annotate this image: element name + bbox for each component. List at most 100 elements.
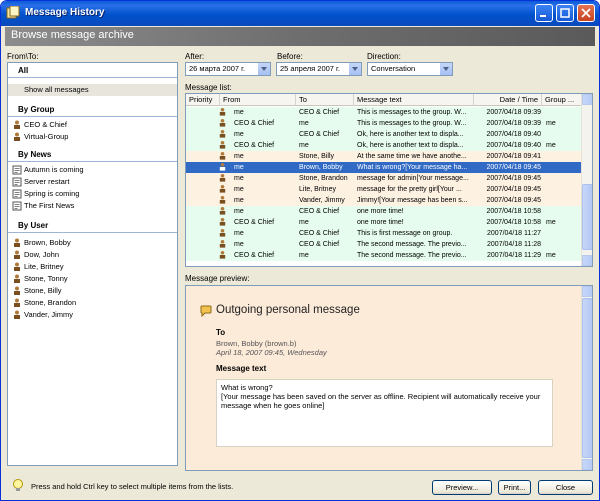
scroll-down-button[interactable] — [582, 459, 592, 470]
row-group — [546, 239, 580, 250]
group-item[interactable]: Virtual-Group — [8, 131, 177, 143]
maximize-button[interactable] — [556, 4, 574, 22]
news-item[interactable]: Autumn is coming — [8, 164, 177, 176]
user-icon — [14, 298, 20, 307]
scroll-thumb[interactable] — [582, 298, 592, 458]
col-group[interactable]: Group ... — [542, 94, 582, 106]
row-to: me — [299, 120, 309, 127]
scroll-down-button[interactable] — [582, 255, 592, 266]
message-text-line1: What is wrong? — [221, 383, 273, 392]
before-date-picker[interactable]: 25 апреля 2007 г. — [276, 62, 362, 76]
user-icon — [14, 310, 20, 319]
row-date: 2007/04/18 09:45 — [486, 175, 542, 182]
table-row[interactable]: CEO & Chief me one more time! 2007/04/18 10… — [186, 217, 582, 228]
title-bar[interactable]: Message History — [1, 1, 599, 26]
news-item[interactable]: Spring is coming — [8, 188, 177, 200]
table-row[interactable]: CEO & Chief me This is messages to the gro… — [186, 118, 582, 129]
col-date-time[interactable]: Date / Time — [474, 94, 542, 106]
col-to[interactable]: To — [296, 94, 354, 106]
chevron-down-icon[interactable] — [257, 63, 270, 75]
print-button[interactable]: Print... — [498, 480, 531, 495]
preview-button[interactable]: Preview... — [432, 480, 492, 495]
close-button[interactable]: Close — [538, 480, 593, 495]
table-row[interactable]: me CEO & Chief one more time! 2007/04/18 10… — [186, 206, 582, 217]
col-message-text[interactable]: Message text — [354, 94, 474, 106]
news-icon — [12, 201, 22, 211]
user-item[interactable]: Stone, Tonny — [8, 273, 177, 285]
table-row[interactable]: me CEO & Chief The second message. The pre… — [186, 239, 582, 250]
chevron-down-icon[interactable] — [439, 63, 452, 75]
message-text-box[interactable]: What is wrong? [Your message has been sa… — [216, 379, 553, 447]
direction-value: Conversation — [371, 64, 416, 73]
col-from[interactable]: From — [220, 94, 296, 106]
news-item[interactable]: Server restart — [8, 176, 177, 188]
row-to: me — [299, 219, 309, 226]
scroll-up-button[interactable] — [582, 94, 592, 105]
to-label: To — [216, 328, 226, 337]
group-item[interactable]: CEO & Chief — [8, 119, 177, 131]
before-label: Before: — [277, 52, 303, 61]
close-window-button[interactable] — [577, 4, 595, 22]
user-icon — [218, 217, 228, 228]
user-item[interactable]: Lite, Britney — [8, 261, 177, 273]
row-date: 2007/04/18 09:39 — [486, 120, 542, 127]
table-row[interactable]: me Stone, Billy At the same time we have a… — [186, 151, 582, 162]
row-text: Ok, here is another text to displa... — [357, 131, 464, 138]
message-list[interactable]: Priority From To Message text Date / Tim… — [185, 93, 593, 267]
row-date: 2007/04/18 11:27 — [487, 230, 541, 237]
row-to: CEO & Chief — [299, 109, 340, 116]
row-to: Stone, Brandon — [299, 175, 348, 182]
user-item[interactable]: Brown, Bobby — [8, 237, 177, 249]
user-item[interactable]: Stone, Billy — [8, 285, 177, 297]
message-text-line2: [Your message has been saved on the serv… — [221, 392, 541, 410]
user-item[interactable]: Stone, Brandon — [8, 297, 177, 309]
user-item[interactable]: Dow, John — [8, 249, 177, 261]
table-row[interactable]: CEO & Chief me The second message. The pre… — [186, 250, 582, 261]
scroll-up-button[interactable] — [582, 286, 592, 297]
table-row[interactable]: CEO & Chief me Ok, here is another text to… — [186, 140, 582, 151]
table-row[interactable]: me CEO & Chief This is first message on gr… — [186, 228, 582, 239]
list-scrollbar[interactable] — [581, 94, 592, 266]
table-row[interactable]: me Brown, Bobby What is wrong?[Your messag… — [186, 162, 582, 173]
row-from: me — [234, 109, 244, 116]
row-group — [546, 107, 580, 118]
by-user-header: By User — [8, 218, 177, 233]
direction-select[interactable]: Conversation — [367, 62, 453, 76]
user-icon — [218, 140, 228, 151]
table-row[interactable]: me Lite, Britney message for the pretty gi… — [186, 184, 582, 195]
row-text: This is messages to the group. W... — [357, 120, 467, 127]
row-from: me — [234, 241, 244, 248]
table-row[interactable]: me Stone, Brandon message for admin[Your m… — [186, 173, 582, 184]
date-value: April 18, 2007 09:45, Wednesday — [216, 348, 327, 357]
row-text: The second message. The previo... — [357, 241, 467, 248]
table-row[interactable]: me CEO & Chief This is messages to the gro… — [186, 107, 582, 118]
row-to: CEO & Chief — [299, 230, 340, 237]
row-group — [546, 173, 580, 184]
by-group-header: By Group — [8, 102, 177, 117]
after-date-picker[interactable]: 26 марта 2007 г. — [185, 62, 271, 76]
preview-title: Outgoing personal message — [216, 304, 360, 316]
news-icon — [12, 189, 22, 199]
row-text: At the same time we have anothe... — [357, 153, 467, 160]
show-all-item[interactable]: Show all messages — [8, 84, 177, 96]
scroll-thumb[interactable] — [582, 184, 592, 250]
row-text: one more time! — [357, 208, 404, 215]
user-icon — [218, 118, 228, 129]
speech-bubble-icon — [200, 305, 212, 317]
table-row[interactable]: me CEO & Chief Ok, here is another text to… — [186, 129, 582, 140]
row-group — [546, 195, 580, 206]
table-row[interactable]: me Vander, Jimmy Jimmy![Your message has b… — [186, 195, 582, 206]
from-to-label: From\To: — [7, 52, 39, 61]
from-to-list[interactable]: All Show all messages By Group CEO & Chi… — [7, 62, 178, 466]
row-group — [546, 206, 580, 217]
row-to: Vander, Jimmy — [299, 197, 345, 204]
col-priority[interactable]: Priority — [186, 94, 220, 106]
hint-text: Press and hold Ctrl key to select multip… — [31, 482, 234, 491]
to-value: Brown, Bobby (brown.b) — [216, 339, 297, 348]
news-icon — [12, 177, 22, 187]
chevron-down-icon[interactable] — [348, 63, 361, 75]
news-item[interactable]: The First News — [8, 200, 177, 212]
minimize-button[interactable] — [535, 4, 553, 22]
user-item[interactable]: Vander, Jimmy — [8, 309, 177, 321]
preview-scrollbar[interactable] — [581, 286, 592, 470]
